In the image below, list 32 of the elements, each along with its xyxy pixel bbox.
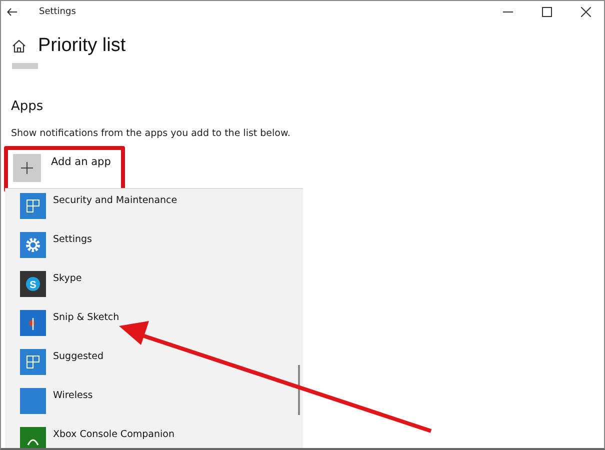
app-list-item[interactable]: Security and Maintenance xyxy=(5,193,303,232)
app-list-item[interactable]: Snip & Sketch xyxy=(5,310,303,349)
tiles-icon xyxy=(20,193,46,219)
maximize-icon[interactable] xyxy=(542,7,552,17)
section-title: Apps xyxy=(11,99,44,114)
app-name: Security and Maintenance xyxy=(53,195,178,206)
skype-icon: S xyxy=(20,271,46,297)
app-name: Snip & Sketch xyxy=(53,312,120,323)
app-list-item[interactable]: Wireless xyxy=(5,388,303,427)
app-name: Skype xyxy=(53,273,82,284)
tiles-icon xyxy=(20,349,46,375)
add-app-button[interactable]: Add an app xyxy=(13,154,111,182)
app-name: Settings xyxy=(53,234,92,245)
window-title: Settings xyxy=(39,7,76,17)
snip-icon xyxy=(20,310,46,336)
app-name: Xbox Console Companion xyxy=(53,429,174,440)
app-name: Suggested xyxy=(53,351,104,362)
plus-icon xyxy=(13,154,41,182)
home-icon[interactable] xyxy=(12,39,26,53)
app-name: Wireless xyxy=(53,390,93,401)
page-title: Priority list xyxy=(38,35,126,57)
scrollbar[interactable] xyxy=(298,365,300,415)
placeholder-bar xyxy=(12,63,38,69)
close-icon[interactable] xyxy=(581,7,591,17)
app-list-item[interactable]: Suggested xyxy=(5,349,303,388)
section-description: Show notifications from the apps you add to the list below. xyxy=(11,128,292,139)
app-tile-icon xyxy=(20,388,46,414)
app-list-item[interactable]: S Skype xyxy=(5,271,303,310)
gear-icon xyxy=(20,232,46,258)
app-list-item[interactable]: Settings xyxy=(5,232,303,271)
app-list-item[interactable]: Xbox Console Companion xyxy=(5,427,303,448)
back-arrow-icon[interactable] xyxy=(7,8,17,16)
